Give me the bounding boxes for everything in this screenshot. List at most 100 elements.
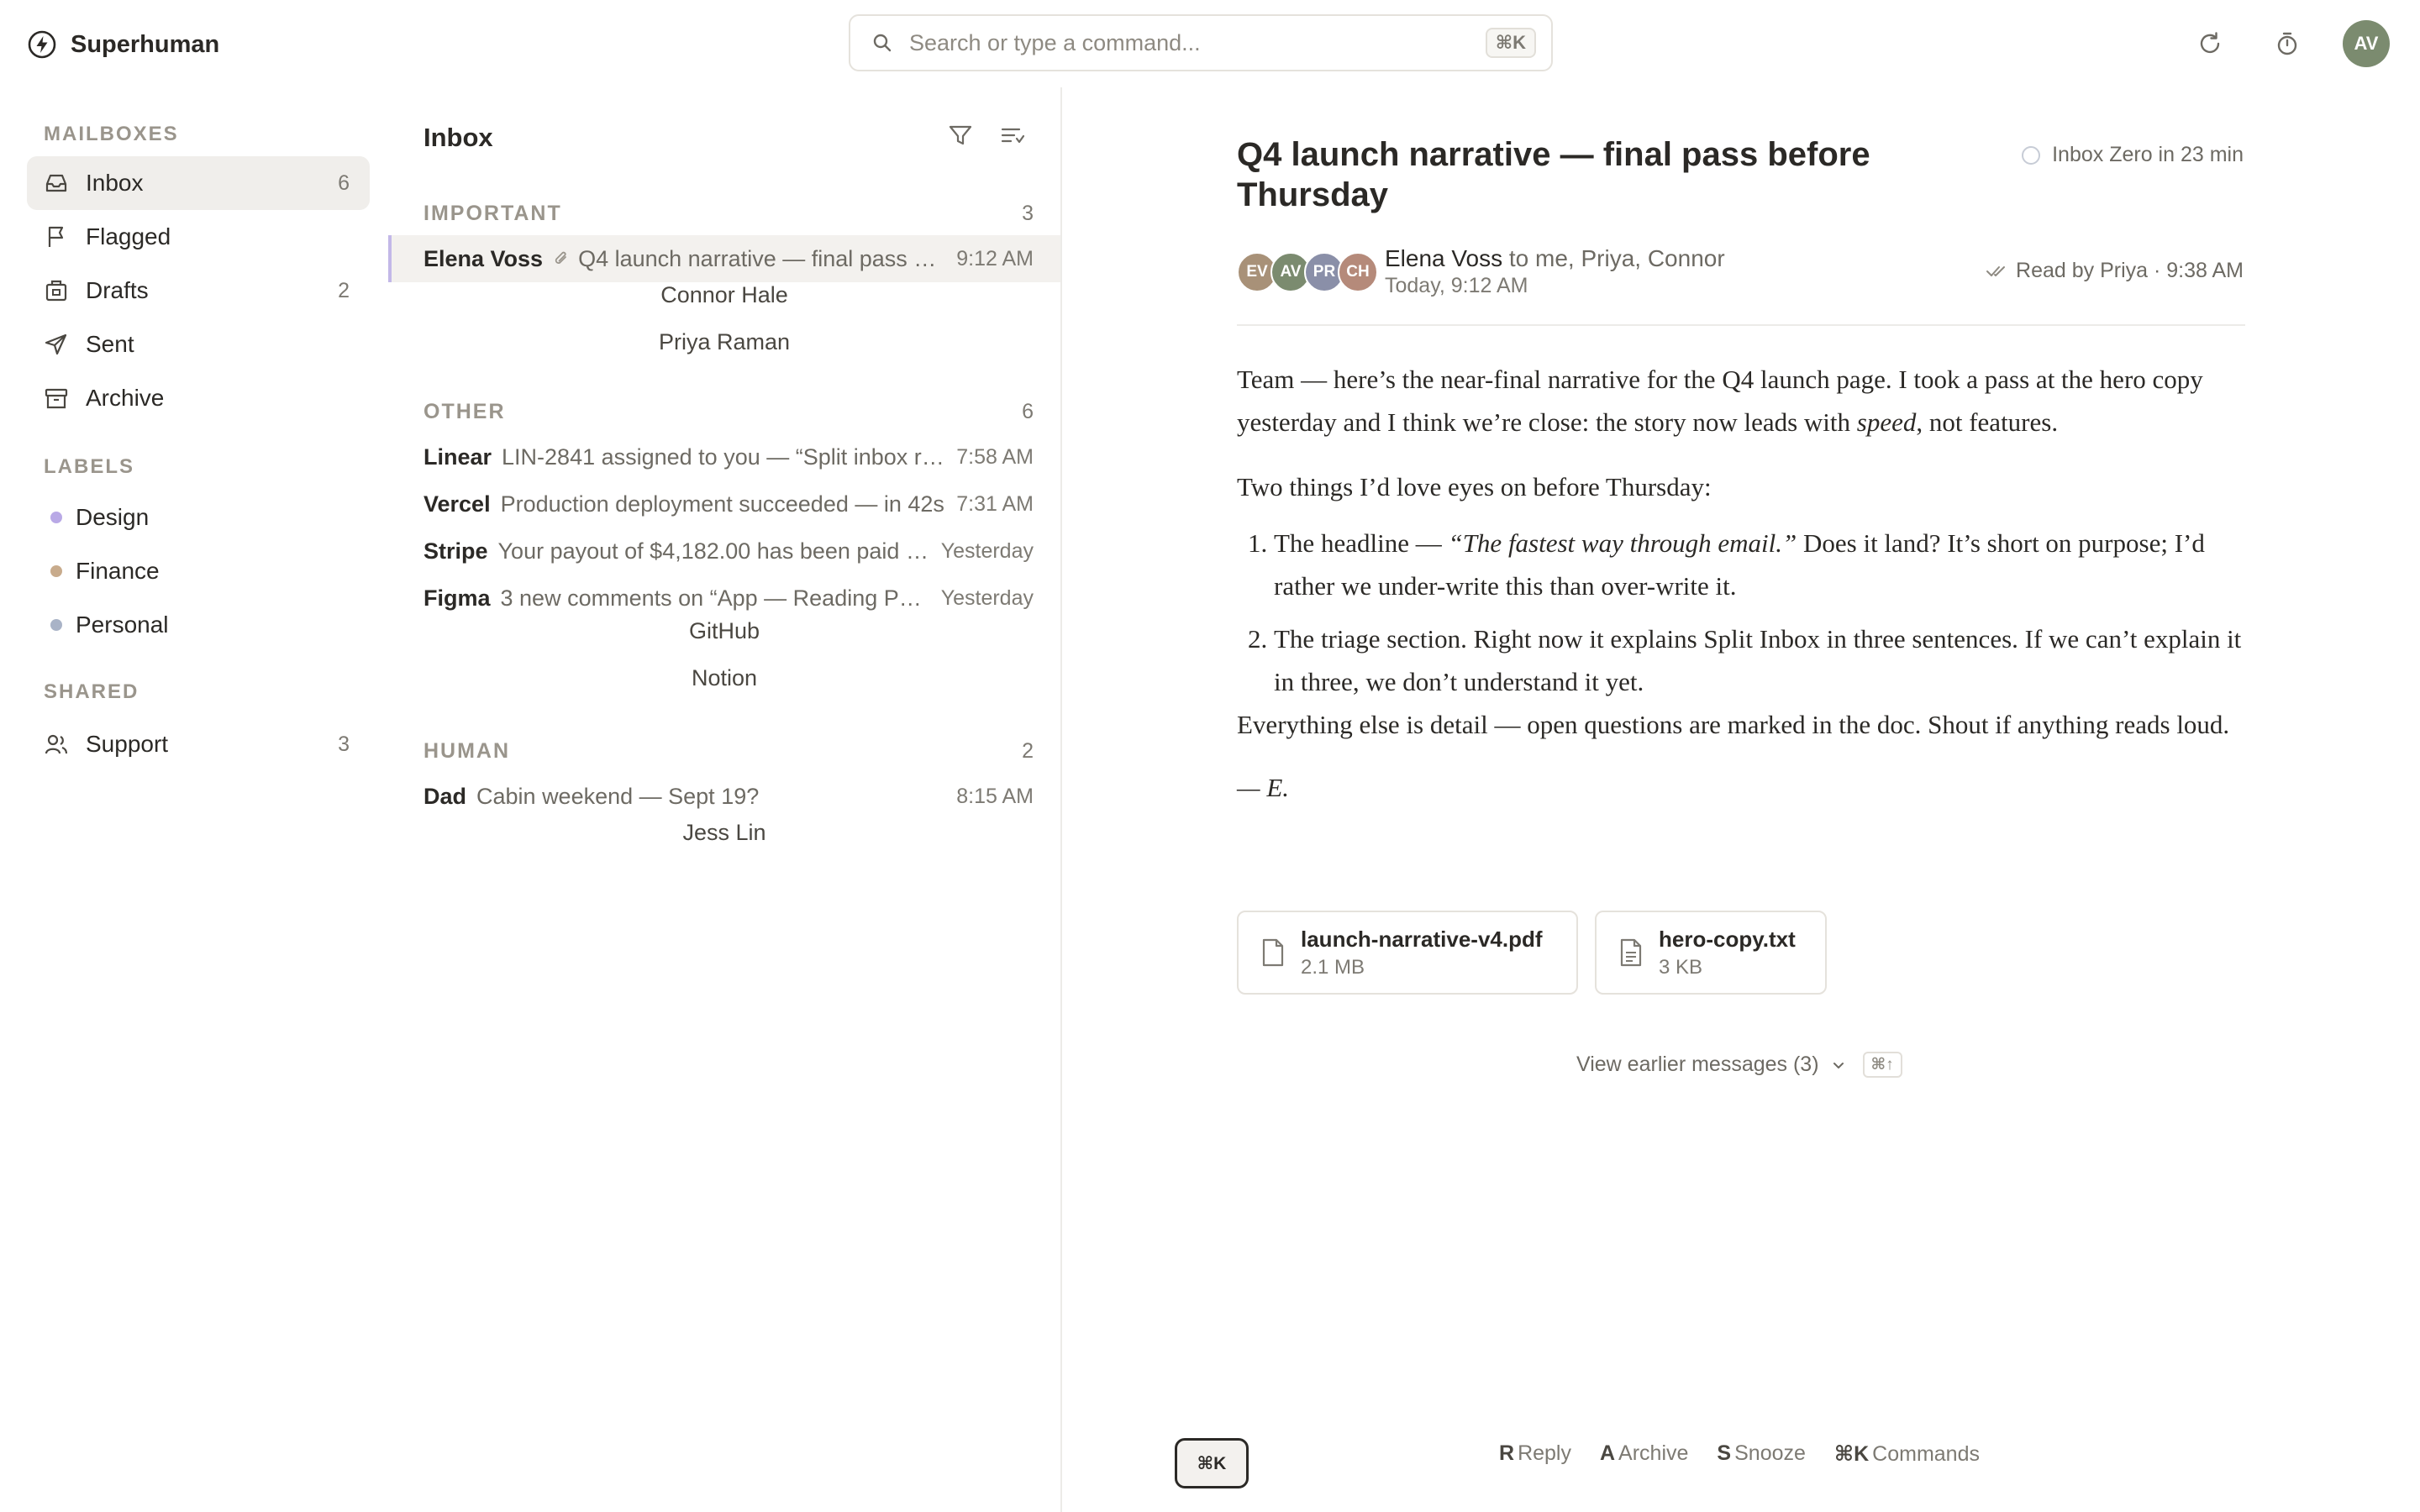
search-shortcut-badge: ⌘K [1485,28,1536,58]
list-item[interactable]: Vercel Production deployment succeeded —… [388,480,1060,528]
label-color-dot [50,512,62,523]
attachment-card[interactable]: hero-copy.txt 3 KB [1595,911,1827,995]
users-icon [44,732,69,757]
list-item[interactable]: Dad Cabin weekend — Sept 19? 8:15 AM [388,773,1060,820]
sidebar-item-drafts[interactable]: Drafts 2 [27,264,370,318]
header-divider [1237,324,2245,326]
sidebar-item-personal[interactable]: Personal [27,598,370,652]
avatar[interactable]: CH [1338,252,1378,292]
sidebar-item-label: Finance [76,558,160,584]
unread-count: 6 [338,171,350,195]
sender-name-fragment: Priya Raman [658,329,791,354]
top-bar: Superhuman ⌘K AV [0,0,2420,87]
sidebar-item-inbox[interactable]: Inbox 6 [27,156,370,210]
archive-shortcut[interactable]: A Archive [1600,1441,1688,1467]
body-list: The headline — “The fastest way through … [1237,522,2245,703]
attachment-size: 3 KB [1659,955,1703,979]
sidebar-item-sent[interactable]: Sent [27,318,370,371]
text-file-icon [1618,937,1644,968]
sidebar-item-label: Support [86,731,169,757]
sidebar-item-label: Sent [86,331,134,357]
command-palette-button[interactable]: ⌘K [1175,1438,1249,1488]
list-item[interactable]: Stripe Your payout of $4,182.00 has been… [388,528,1060,575]
sender-name: Figma [424,585,491,611]
search-input[interactable] [908,29,1486,57]
sender-name: Elena Voss [424,245,544,271]
sidebar-item-label: Flagged [86,223,171,249]
flag-icon [44,224,69,249]
sender-name: Dad [424,783,467,809]
body-paragraph: Two things I’d love eyes on before Thurs… [1237,472,1712,501]
timestamp: 7:58 AM [956,444,1034,469]
earlier-messages-label: View earlier messages (3) [1576,1053,1819,1076]
labels-title: LABELS [44,455,134,478]
mailboxes-title: MAILBOXES [44,123,179,145]
brand[interactable]: Superhuman [27,27,219,62]
subject-preview: Production deployment succeeded — in 42s [500,491,944,517]
sidebar-item-support[interactable]: Support 3 [27,717,370,771]
sidebar-item-label: Drafts [86,277,149,303]
message-date: Today, 9:12 AM [1385,274,1528,297]
subject-preview: Your payout of $4,182.00 has been paid o… [497,538,929,564]
timer-icon[interactable] [2265,22,2309,66]
group-title: OTHER [424,400,506,423]
subject-preview: LIN-2841 assigned to you — “Split inbox … [502,444,945,470]
timestamp: 8:15 AM [956,784,1034,808]
timestamp: 7:31 AM [956,491,1034,516]
snooze-shortcut[interactable]: S Snooze [1717,1441,1805,1467]
message-list: Inbox IMPORTANT 3 Elena Voss Q4 launch n… [388,87,1060,1512]
timestamp: Yesterday [940,538,1034,563]
sidebar-item-archive[interactable]: Archive [27,371,370,425]
message-body: Team — here’s the near-final narrative f… [1237,358,2245,809]
app-name: Superhuman [71,30,220,58]
sidebar-item-finance[interactable]: Finance [27,544,370,598]
sidebar: MAILBOXES Inbox 6 Flagged Drafts 2 Sent … [0,87,387,1512]
bolt-logo-icon [27,29,57,60]
sort-icon[interactable] [998,121,1027,150]
group-header-human: HUMAN 2 [424,739,1034,764]
participant-avatars: EV AV PR CH [1237,252,1378,292]
sidebar-item-design[interactable]: Design [27,491,370,544]
shortcut-badge: ⌘↑ [1862,1052,1902,1078]
commands-shortcut[interactable]: ⌘K Commands [1834,1441,1980,1467]
sidebar-item-flagged[interactable]: Flagged [27,210,370,264]
list-title: Inbox [424,123,493,152]
subject-preview: Cabin weekend — Sept 19? [476,783,760,809]
sender-name: Vercel [424,491,491,517]
double-check-icon [1986,264,2007,279]
body-paragraph: Team — here’s the near-final narrative f… [1237,365,2203,437]
chevron-down-icon [1831,1058,1846,1073]
timestamp: 9:12 AM [956,246,1034,270]
read-receipt: Read by Priya · 9:38 AM [1986,259,2244,283]
sender-name-fragment: Connor Hale [660,282,788,307]
refresh-icon[interactable] [2188,22,2232,66]
sidebar-item-label: Design [76,504,150,530]
attachment-name: hero-copy.txt [1659,926,1796,952]
sender-name-fragment: GitHub [688,618,760,643]
sidebar-item-label: Personal [76,612,169,638]
group-count: 2 [1022,739,1034,763]
inbox-zero-text: Inbox Zero in 23 min [2052,143,2244,166]
sender-name-fragment: Notion [691,665,758,690]
sender-name[interactable]: Elena Voss [1385,245,1502,271]
attachment-card[interactable]: launch-narrative-v4.pdf 2.1 MB [1237,911,1578,995]
list-item[interactable]: Elena Voss Q4 launch narrative — final p… [388,235,1060,282]
user-avatar[interactable]: AV [2343,20,2390,67]
message-subject: Q4 launch narrative — final pass before … [1237,136,1870,213]
group-count: 6 [1022,400,1034,423]
list-item[interactable]: Figma 3 new comments on “App — Reading P… [388,575,1060,622]
group-header-other: OTHER 6 [424,400,1034,424]
recipients: to me, Priya, Connor [1508,245,1725,271]
timestamp: Yesterday [940,585,1034,610]
reply-shortcut[interactable]: R Reply [1499,1441,1571,1467]
list-item[interactable]: Linear LIN-2841 assigned to you — “Split… [388,433,1060,480]
sender-name-fragment: Jess Lin [682,820,766,845]
filter-icon[interactable] [946,121,975,150]
group-title: HUMAN [424,739,511,763]
inbox-zero-indicator: Inbox Zero in 23 min [2022,143,2244,167]
list-item: The headline — “The fastest way through … [1274,522,2245,607]
sender-name: Linear [424,444,492,470]
view-earlier-messages-button[interactable]: View earlier messages (3) ⌘↑ [1576,1052,1902,1078]
search-icon [872,33,892,53]
search-bar[interactable]: ⌘K [849,14,1553,71]
